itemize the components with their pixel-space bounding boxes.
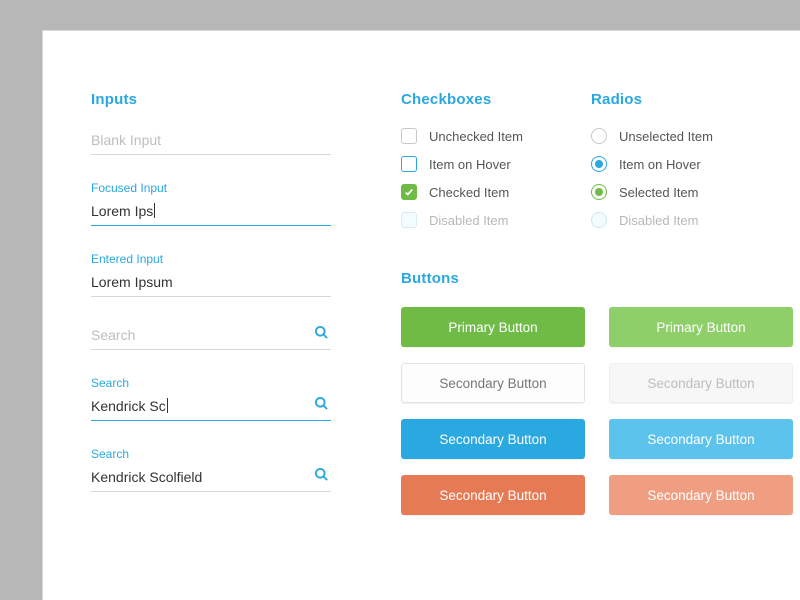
- search-icon[interactable]: [314, 325, 329, 343]
- search-icon[interactable]: [314, 396, 329, 414]
- right-column: Checkboxes Unchecked Item Item on Hover …: [401, 91, 800, 531]
- radio-icon: [591, 212, 607, 228]
- entered-input-group: Entered Input: [91, 252, 331, 297]
- checkbox-item-unchecked[interactable]: Unchecked Item: [401, 128, 591, 144]
- search-filled-label: Search: [91, 447, 331, 461]
- primary-button[interactable]: Primary Button: [401, 307, 585, 347]
- secondary-button-blue-hover[interactable]: Secondary Button: [609, 419, 793, 459]
- radio-label: Disabled Item: [619, 213, 698, 228]
- blank-input-group: [91, 128, 331, 155]
- radio-label: Item on Hover: [619, 157, 701, 172]
- inputs-heading: Inputs: [91, 91, 331, 108]
- radio-label: Selected Item: [619, 185, 699, 200]
- search-input-focused[interactable]: Kendrick Sc: [91, 394, 331, 421]
- radio-item-hover[interactable]: Item on Hover: [591, 156, 781, 172]
- checkbox-icon: [401, 212, 417, 228]
- search-input-filled[interactable]: [91, 465, 331, 492]
- radios-column: Radios Unselected Item Item on Hover Sel…: [591, 91, 781, 240]
- checkbox-label: Item on Hover: [429, 157, 511, 172]
- search-blank-group: [91, 323, 331, 350]
- design-canvas: Inputs Focused Input Lorem Ips Entered I…: [42, 30, 800, 600]
- search-filled-group: Search: [91, 447, 331, 492]
- radio-icon: [591, 156, 607, 172]
- checkbox-icon: [401, 184, 417, 200]
- text-caret-icon: [154, 203, 155, 218]
- search-focused-value: Kendrick Sc: [91, 398, 166, 414]
- secondary-button-orange[interactable]: Secondary Button: [401, 475, 585, 515]
- checkbox-label: Checked Item: [429, 185, 509, 200]
- focused-input-label: Focused Input: [91, 181, 331, 195]
- search-input-blank[interactable]: [91, 323, 331, 350]
- checkbox-label: Unchecked Item: [429, 129, 523, 144]
- text-caret-icon: [167, 398, 168, 413]
- secondary-button-grey[interactable]: Secondary Button: [401, 363, 585, 403]
- search-focused-label: Search: [91, 376, 331, 390]
- checkbox-item-checked[interactable]: Checked Item: [401, 184, 591, 200]
- primary-button-hover[interactable]: Primary Button: [609, 307, 793, 347]
- checkbox-icon: [401, 128, 417, 144]
- entered-input-label: Entered Input: [91, 252, 331, 266]
- radio-icon: [591, 128, 607, 144]
- radio-label: Unselected Item: [619, 129, 713, 144]
- radio-item-disabled: Disabled Item: [591, 212, 781, 228]
- checkbox-item-hover[interactable]: Item on Hover: [401, 156, 591, 172]
- focused-input[interactable]: Lorem Ips: [91, 199, 331, 226]
- radios-heading: Radios: [591, 91, 781, 108]
- radio-item-unselected[interactable]: Unselected Item: [591, 128, 781, 144]
- radio-icon: [591, 184, 607, 200]
- blank-input[interactable]: [91, 128, 331, 155]
- focused-input-value: Lorem Ips: [91, 203, 153, 219]
- entered-input[interactable]: [91, 270, 331, 297]
- checkboxes-column: Checkboxes Unchecked Item Item on Hover …: [401, 91, 591, 240]
- secondary-button-orange-hover[interactable]: Secondary Button: [609, 475, 793, 515]
- radio-item-selected[interactable]: Selected Item: [591, 184, 781, 200]
- buttons-grid: Primary Button Primary Button Secondary …: [401, 307, 800, 515]
- checkbox-icon: [401, 156, 417, 172]
- checkboxes-heading: Checkboxes: [401, 91, 591, 108]
- secondary-button-blue[interactable]: Secondary Button: [401, 419, 585, 459]
- focused-input-group: Focused Input Lorem Ips: [91, 181, 331, 226]
- search-icon[interactable]: [314, 467, 329, 485]
- secondary-button-grey-hover: Secondary Button: [609, 363, 793, 403]
- search-focused-group: Search Kendrick Sc: [91, 376, 331, 421]
- checkbox-item-disabled: Disabled Item: [401, 212, 591, 228]
- inputs-column: Inputs Focused Input Lorem Ips Entered I…: [91, 91, 331, 531]
- checkbox-label: Disabled Item: [429, 213, 508, 228]
- buttons-heading: Buttons: [401, 270, 800, 287]
